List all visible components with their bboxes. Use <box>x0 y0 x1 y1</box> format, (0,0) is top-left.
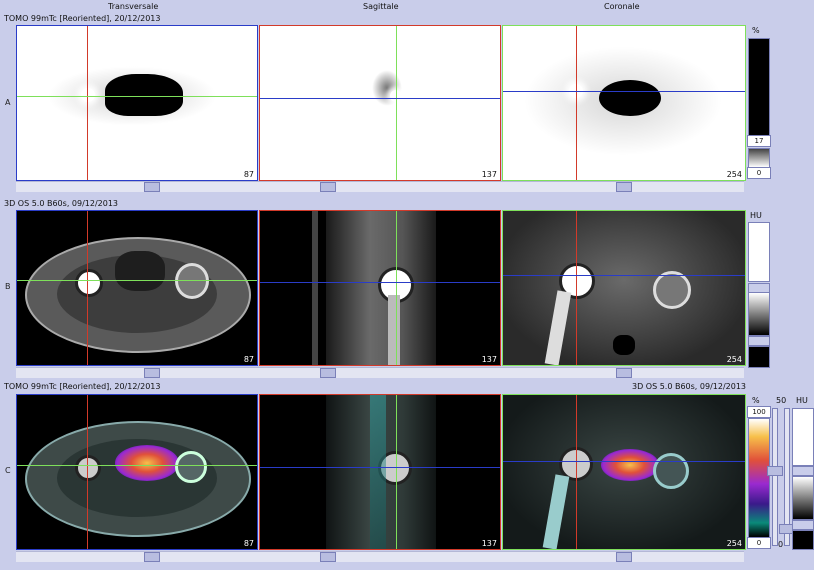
row-c-title-right: 3D OS 5.0 B60s, 09/12/2013 <box>631 382 746 391</box>
bladder-uptake <box>105 74 183 116</box>
crosshair-horizontal[interactable] <box>503 461 745 462</box>
table-edge <box>312 211 318 365</box>
slider-row-c[interactable] <box>16 551 744 562</box>
crosshair-horizontal[interactable] <box>503 91 745 92</box>
slice-number: 137 <box>481 539 497 548</box>
scale-c-pct-min[interactable]: 0 <box>747 537 771 549</box>
scale-c-hu-gradient <box>792 476 814 520</box>
fused-bone-signal <box>370 395 386 549</box>
header-coronale: Coronale <box>604 2 640 11</box>
crosshair-horizontal[interactable] <box>503 275 745 276</box>
scale-c-unit-pct: % <box>752 396 760 405</box>
scale-b-upper-bar[interactable] <box>748 222 770 282</box>
scale-c-hu-handle-lower[interactable] <box>792 520 814 530</box>
prosthesis-artifact <box>81 88 95 102</box>
slider-row-b[interactable] <box>16 367 744 378</box>
prosthesis <box>75 269 103 297</box>
slice-number: 254 <box>726 355 742 364</box>
scale-a-unit: % <box>752 26 760 35</box>
slider-thumb-coronale[interactable] <box>616 552 632 562</box>
viewport-a-coronale[interactable]: 254 <box>502 25 746 181</box>
row-b-label: B <box>5 282 11 291</box>
row-c-title: TOMO 99mTc [Reoriented], 20/12/2013 <box>4 382 161 391</box>
crosshair-horizontal[interactable] <box>17 465 257 466</box>
slider-thumb-sagittale[interactable] <box>320 552 336 562</box>
scale-b-lower-bar <box>748 346 770 368</box>
crosshair-vertical[interactable] <box>576 395 577 549</box>
scale-a-bar[interactable] <box>748 38 770 136</box>
row-a-title: TOMO 99mTc [Reoriented], 20/12/2013 <box>4 14 161 23</box>
slice-number: 137 <box>481 170 497 179</box>
slider-thumb-transversale[interactable] <box>144 182 160 192</box>
slice-number: 87 <box>243 170 254 179</box>
pubic-symphysis <box>613 335 635 355</box>
slider-thumb-sagittale[interactable] <box>320 182 336 192</box>
crosshair-horizontal[interactable] <box>260 467 500 468</box>
scale-b-gradient <box>748 292 770 336</box>
slider-row-a[interactable] <box>16 181 744 192</box>
slider-thumb-transversale[interactable] <box>144 552 160 562</box>
slider-thumb-coronale[interactable] <box>616 182 632 192</box>
femoral-head-left <box>653 271 691 309</box>
crosshair-vertical[interactable] <box>396 26 397 180</box>
header-transversale: Transversale <box>108 2 159 11</box>
scale-c-zero-label: 0 <box>778 540 784 549</box>
scale-c-color-bar[interactable] <box>748 418 770 538</box>
crosshair-horizontal[interactable] <box>260 282 500 283</box>
viewport-a-sagittale[interactable]: 137 <box>259 25 501 181</box>
slice-number: 137 <box>481 355 497 364</box>
scale-a-upper[interactable]: 17 <box>747 135 771 147</box>
blend-slider-thumb[interactable] <box>767 466 783 476</box>
scale-c-hu-handle-upper[interactable] <box>792 466 814 476</box>
scale-b-unit: HU <box>750 211 762 220</box>
viewport-b-coronale[interactable]: 254 <box>502 210 746 366</box>
viewport-c-sagittale[interactable]: 137 <box>259 394 501 550</box>
viewport-b-transversale[interactable]: 87 <box>16 210 258 366</box>
scale-a-gradient <box>748 148 770 168</box>
viewport-c-transversale[interactable]: 87 <box>16 394 258 550</box>
slider-thumb-sagittale[interactable] <box>320 368 336 378</box>
crosshair-vertical[interactable] <box>396 395 397 549</box>
crosshair-vertical[interactable] <box>87 395 88 549</box>
femoral-head-left <box>175 263 209 299</box>
slice-number: 87 <box>243 539 254 548</box>
bladder-uptake <box>599 80 661 116</box>
slider-thumb-coronale[interactable] <box>616 368 632 378</box>
crosshair-horizontal[interactable] <box>17 280 257 281</box>
scale-c-unit-hu: HU <box>796 396 808 405</box>
scale-c-pct-max[interactable]: 100 <box>747 406 771 418</box>
slice-number: 254 <box>726 170 742 179</box>
slice-number: 254 <box>726 539 742 548</box>
crosshair-vertical[interactable] <box>87 26 88 180</box>
crosshair-horizontal[interactable] <box>17 96 257 97</box>
slice-number: 87 <box>243 355 254 364</box>
row-b-title: 3D OS 5.0 B60s, 09/12/2013 <box>4 199 119 208</box>
femoral-head-left <box>653 453 689 489</box>
crosshair-vertical[interactable] <box>576 26 577 180</box>
bowel-gas <box>115 251 165 291</box>
crosshair-vertical[interactable] <box>396 211 397 365</box>
femoral-head-left <box>175 451 207 483</box>
viewport-c-coronale[interactable]: 254 <box>502 394 746 550</box>
crosshair-vertical[interactable] <box>576 211 577 365</box>
slider-thumb-transversale[interactable] <box>144 368 160 378</box>
viewport-b-sagittale[interactable]: 137 <box>259 210 501 366</box>
blend-slider-track[interactable] <box>772 408 778 546</box>
scale-a-lower[interactable]: 0 <box>747 167 771 179</box>
femoral-stem <box>388 295 400 365</box>
row-a-label: A <box>5 98 11 107</box>
viewport-a-transversale[interactable]: 87 <box>16 25 258 181</box>
scale-b-handle-lower[interactable] <box>748 336 770 346</box>
fused-uptake <box>601 449 659 481</box>
row-c-label: C <box>5 466 11 475</box>
prosthesis <box>75 455 101 481</box>
crosshair-vertical[interactable] <box>87 211 88 365</box>
header-sagittale: Sagittale <box>363 2 399 11</box>
scale-c-hu-lower <box>792 530 814 550</box>
fused-uptake <box>115 445 179 481</box>
scale-c-mid-label: 50 <box>776 396 787 405</box>
crosshair-horizontal[interactable] <box>260 98 500 99</box>
scale-c-hu-upper[interactable] <box>792 408 814 466</box>
